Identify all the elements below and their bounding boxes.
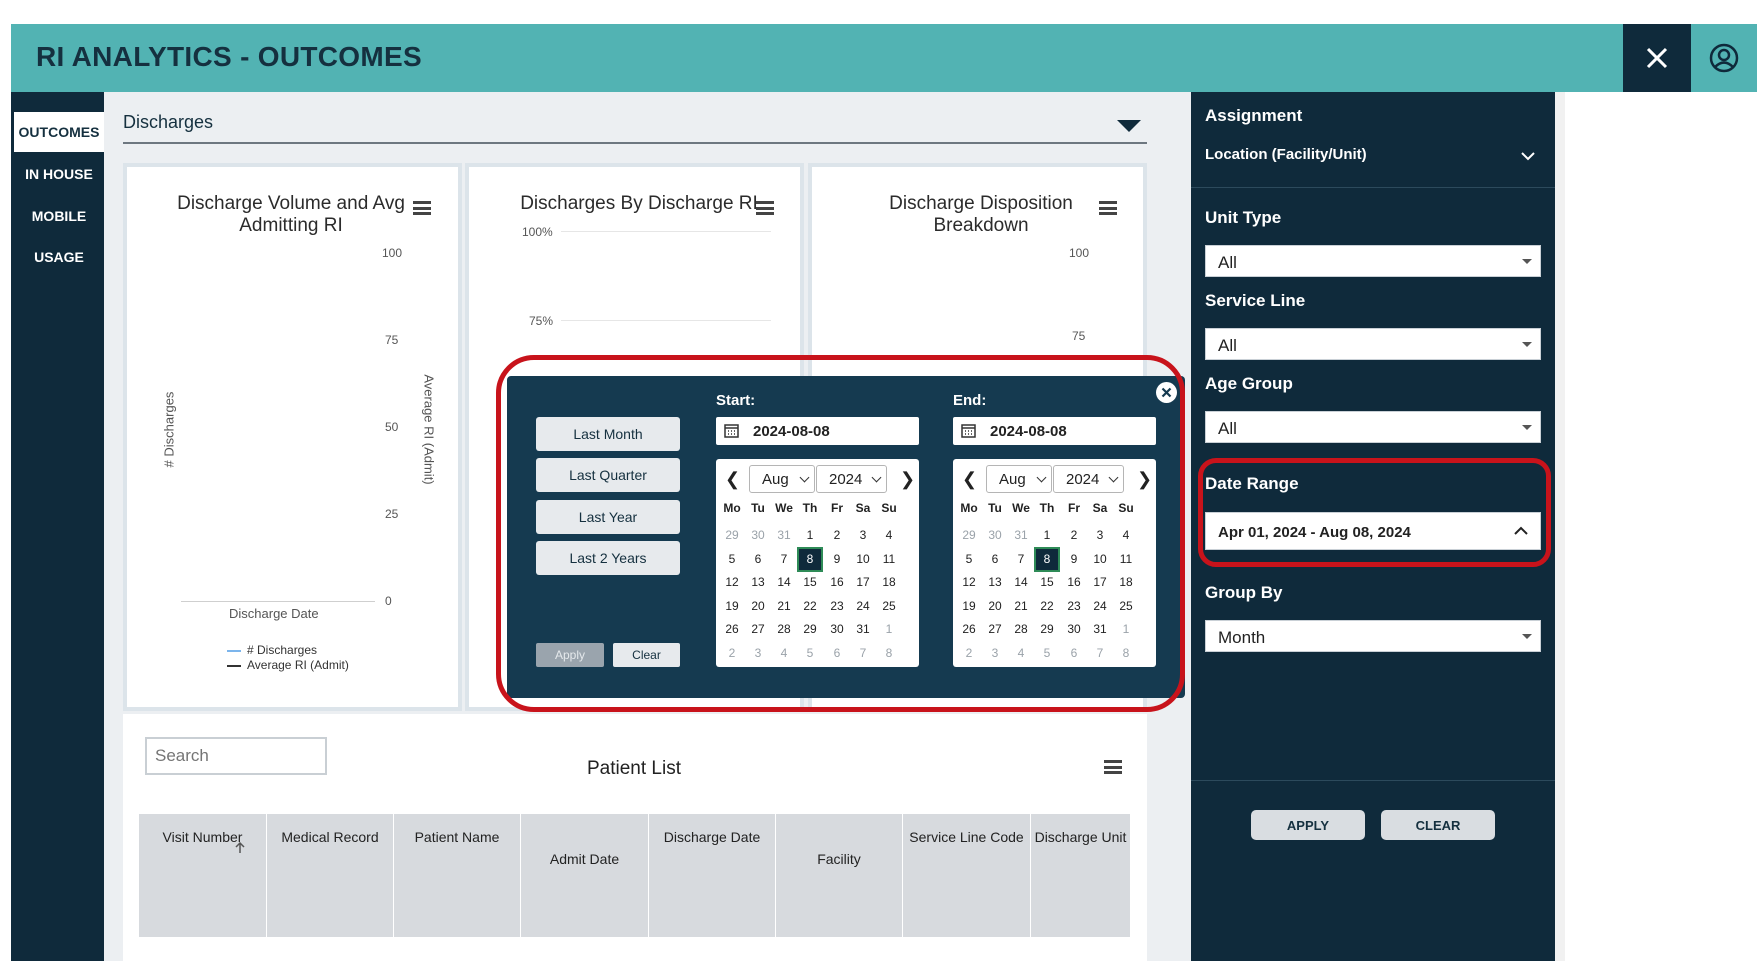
filters-clear-button[interactable]: CLEAR: [1381, 810, 1495, 840]
patient-list-menu-icon[interactable]: [1104, 760, 1122, 774]
patient-list-title: Patient List: [587, 758, 681, 779]
chart-title: Discharge Disposition Breakdown: [856, 193, 1106, 237]
section-title: Discharges: [123, 112, 214, 132]
close-button[interactable]: [1623, 24, 1691, 92]
column-header-discharge-date[interactable]: Discharge Date: [649, 814, 776, 937]
search-input[interactable]: [145, 737, 327, 775]
legend-item-discharges[interactable]: # Discharges: [227, 643, 317, 657]
filters-panel: Assignment Location (Facility/Unit) Unit…: [1191, 92, 1555, 961]
column-header-visit-number[interactable]: Visit Number: [139, 814, 267, 937]
section-collapse-toggle[interactable]: [1117, 120, 1141, 132]
chevron-down-icon: [1521, 152, 1535, 161]
legend-label: Average RI (Admit): [247, 658, 349, 672]
user-account-button[interactable]: [1691, 24, 1757, 92]
app-title: RI ANALYTICS - OUTCOMES: [36, 41, 422, 72]
y-axis-label-right: Average RI (Admit): [421, 374, 437, 485]
column-header-medical-record[interactable]: Medical Record: [267, 814, 394, 937]
chart-menu-icon[interactable]: [413, 201, 431, 215]
group-by-label: Group By: [1205, 583, 1283, 602]
y-tick: 50: [385, 420, 399, 434]
chart-title-line2: Breakdown: [933, 215, 1029, 236]
section-divider: [123, 142, 1147, 144]
location-dropdown[interactable]: Location (Facility/Unit): [1205, 146, 1541, 170]
legend-marker-discharges: [227, 649, 241, 652]
popup-highlight-outline: [496, 355, 1185, 712]
legend-item-average-ri[interactable]: Average RI (Admit): [227, 658, 349, 672]
unit-type-value: All: [1218, 253, 1237, 272]
column-header-label: Patient Name: [414, 829, 500, 845]
app-window: RI ANALYTICS - OUTCOMES OUTCOMES IN HOUS…: [11, 24, 1757, 961]
y-tick: 75: [385, 333, 399, 347]
group-by-select[interactable]: Month: [1205, 620, 1541, 652]
filters-apply-button[interactable]: APPLY: [1251, 810, 1365, 840]
chart-title-line1: Discharge Disposition: [889, 193, 1073, 214]
column-header-label: Medical Record: [281, 829, 379, 845]
y-tick: 25: [385, 507, 399, 521]
panel-scrollbar[interactable]: [1555, 92, 1565, 961]
x-axis-label: Discharge Date: [229, 606, 319, 621]
chart-title-line2: Admitting RI: [239, 215, 343, 236]
column-header-facility[interactable]: Facility: [776, 814, 903, 937]
close-icon: [1646, 47, 1668, 69]
y-tick: 100: [382, 246, 403, 260]
sort-ascending-icon[interactable]: [235, 842, 245, 854]
service-line-label: Service Line: [1205, 291, 1306, 310]
unit-type-label: Unit Type: [1205, 208, 1282, 227]
chart-menu-icon[interactable]: [1099, 201, 1117, 215]
gridline: [561, 231, 771, 232]
column-header-label: Service Line Code: [909, 829, 1024, 845]
assignment-label: Assignment: [1205, 106, 1303, 125]
unit-type-select[interactable]: All: [1205, 245, 1541, 277]
gridline: [561, 320, 771, 321]
legend-label: # Discharges: [247, 643, 318, 657]
patient-list-card: Patient List Visit Number Medical Record…: [123, 714, 1147, 961]
group-by-value: Month: [1218, 628, 1266, 647]
chart-title-line1: Discharge Volume and Avg: [177, 193, 405, 214]
y-tick: 100: [1069, 246, 1090, 260]
divider: [1191, 187, 1555, 188]
nav-item-mobile[interactable]: MOBILE: [14, 196, 104, 236]
column-header-label: Admit Date: [549, 851, 620, 867]
column-header-label: Facility: [817, 851, 861, 867]
column-header-label: Discharge Unit: [1034, 829, 1127, 845]
location-label: Location (Facility/Unit): [1205, 146, 1367, 163]
column-header-label: Discharge Date: [663, 829, 761, 845]
age-group-label: Age Group: [1205, 374, 1293, 393]
service-line-value: All: [1218, 336, 1237, 355]
y-tick: 0: [385, 594, 392, 608]
y-tick: 75%: [529, 314, 554, 328]
chart-card-discharge-volume: Discharge Volume and Avg Admitting RI 10…: [123, 163, 462, 711]
y-tick: 100%: [522, 225, 553, 239]
user-icon: [1709, 43, 1739, 73]
date-range-highlight-outline: [1198, 458, 1551, 567]
nav-item-outcomes[interactable]: OUTCOMES: [14, 112, 104, 152]
column-header-admit-date[interactable]: Admit Date: [521, 814, 649, 937]
left-nav: OUTCOMES IN HOUSE MOBILE USAGE: [11, 92, 104, 961]
y-tick: 75: [1072, 329, 1086, 343]
column-header-discharge-unit[interactable]: Discharge Unit: [1031, 814, 1131, 937]
nav-item-usage[interactable]: USAGE: [14, 237, 104, 277]
column-header-label: Visit Number: [162, 829, 243, 845]
age-group-value: All: [1218, 419, 1237, 438]
nav-item-in-house[interactable]: IN HOUSE: [14, 154, 104, 194]
divider: [1191, 780, 1555, 781]
column-header-service-line-code[interactable]: Service Line Code: [903, 814, 1031, 937]
service-line-select[interactable]: All: [1205, 328, 1541, 360]
age-group-select[interactable]: All: [1205, 411, 1541, 443]
chart-title: Discharge Volume and Avg Admitting RI: [171, 193, 411, 237]
column-header-patient-name[interactable]: Patient Name: [394, 814, 521, 937]
x-axis-line: [181, 601, 375, 602]
app-header: RI ANALYTICS - OUTCOMES: [11, 24, 1757, 92]
chart-menu-icon[interactable]: [756, 201, 774, 215]
legend-marker-average-ri: [227, 664, 241, 667]
y-axis-label-left: # Discharges: [161, 391, 177, 468]
chart-title: Discharges By Discharge RI: [520, 193, 758, 214]
